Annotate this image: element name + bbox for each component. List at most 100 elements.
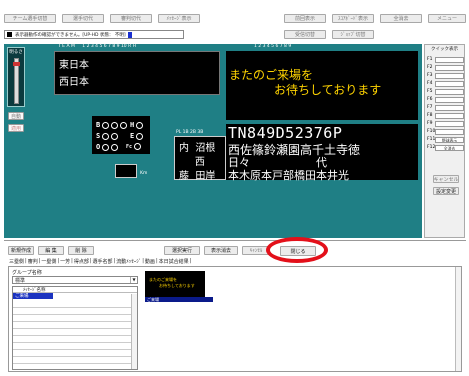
list-scrollbar[interactable] [131, 294, 137, 369]
f-key-row[interactable]: F6 [427, 96, 464, 103]
lineup-row-1: TN849D52376P [228, 124, 343, 142]
f-key-value[interactable] [435, 96, 464, 103]
f-key-value[interactable] [435, 120, 464, 127]
lamp-icon [111, 121, 119, 129]
new-button[interactable]: 新規作成 [8, 246, 34, 255]
f-key-row[interactable]: F1 [427, 56, 464, 63]
f-key-label: F1 [427, 57, 433, 62]
list-grid [13, 301, 131, 369]
list-item[interactable]: ご来場 [13, 293, 53, 299]
highlight-circle [266, 237, 328, 263]
job-switch-button[interactable]: ｼﾞｮｯﾌﾞ切替 [332, 30, 374, 39]
f-key-value[interactable] [435, 104, 464, 111]
auto-button[interactable]: 自動 [8, 112, 24, 120]
umpire-row-1: 内 沼根 [179, 139, 215, 154]
group-select[interactable]: 標準 ▼ [12, 276, 138, 284]
digits-header: 1 2 3 4 5 6 7 8 9 [254, 44, 292, 49]
tab-score[interactable]: 得点部 [73, 258, 90, 265]
menu-button[interactable]: メニュー [428, 14, 466, 23]
brightness-slider[interactable] [13, 58, 20, 104]
f-key-value[interactable] [435, 88, 464, 95]
quick-display-panel: クイック表示 F1 F2 F3 F4 F5 F6 F7 F8 F9 F10 F1… [424, 44, 465, 238]
f-key-row[interactable]: F10 [427, 128, 464, 135]
previous-display-button[interactable]: 前回表示 [284, 14, 326, 23]
f-key-label: F2 [427, 65, 433, 70]
f-key-label: F10 [427, 129, 436, 134]
lamp-icon [134, 143, 142, 150]
lamp-icon [120, 121, 128, 129]
tab-3b-side[interactable]: 三塁側 [8, 258, 25, 265]
quick-cancel-button[interactable]: キャンセル [433, 175, 459, 183]
receive-switch-button[interactable]: 受信切替 [284, 30, 326, 39]
player-sub-button[interactable]: 選手切代 [62, 14, 104, 23]
f-key-value[interactable] [435, 64, 464, 71]
umpire-row-3: 藤 田岸 [179, 167, 215, 182]
umpire-name: 藤 [179, 171, 189, 182]
ball-label: B [96, 121, 101, 129]
f-key-value[interactable]: 野球表示 [435, 136, 464, 143]
f-key-label: F8 [427, 113, 433, 118]
f-key-row[interactable]: F9 [427, 120, 464, 127]
umpire-sub-button[interactable]: 審判切代 [110, 14, 152, 23]
delete-button[interactable]: 削 除 [68, 246, 94, 255]
f-key-row[interactable]: F8 [427, 112, 464, 119]
run-selection-button[interactable]: 選択実行 [164, 246, 200, 255]
f-key-value[interactable] [435, 128, 464, 135]
f-key-row[interactable]: F11 野球表示 [427, 136, 464, 143]
quick-title: クイック表示 [431, 47, 458, 52]
tab-video[interactable]: 動画 [144, 258, 156, 265]
f-key-value[interactable] [435, 112, 464, 119]
apply-button[interactable]: 適用 [8, 124, 24, 132]
error-label: E [130, 132, 135, 140]
slider-thumb[interactable] [13, 62, 20, 66]
status-square-icon [7, 32, 12, 37]
out-row: O [96, 143, 119, 151]
message-display-button[interactable]: ﾒｯｾｰｼﾞ表示 [158, 14, 200, 23]
edit-button[interactable]: 編 集 [38, 246, 64, 255]
f-key-label: F7 [427, 105, 433, 110]
message-list[interactable]: ﾒｯｾｰｼﾞ名称 ご来場 [12, 286, 138, 370]
chevron-down-icon[interactable]: ▼ [130, 277, 137, 283]
f-key-label: F12 [427, 145, 436, 150]
f-key-row[interactable]: F12 全消去 [427, 144, 464, 151]
f-key-value[interactable]: 全消去 [435, 144, 464, 151]
f-key-value[interactable] [435, 72, 464, 79]
lamp-icon [136, 132, 144, 140]
status-bar: 表示器動作の確認ができません。[UP-HD 状態： 不明] [4, 30, 184, 39]
right-scrollbar[interactable] [455, 267, 461, 371]
message-editor: 新規作成 編 集 削 除 選択実行 表示消去 ｷｬﾝｾﾙ 閉じる 三塁側 | 審判… [4, 237, 466, 374]
brightness-label: 明るさ [9, 50, 23, 55]
f-key-row[interactable]: F3 [427, 72, 464, 79]
lineup-board: TN849D52376P 西佐篠鈴瀬園高千土寺徳 日々 代 本木原本戸部橋田本井… [226, 124, 418, 182]
f-key-row[interactable]: F4 [427, 80, 464, 87]
f-key-label: F6 [427, 97, 433, 102]
tab-ippou[interactable]: 一芳 [59, 258, 71, 265]
tab-scrolling-message[interactable]: 流動ﾒｯｾｰｼﾞ [115, 258, 142, 265]
f-key-row[interactable]: F2 [427, 64, 464, 71]
team-player-switch-button[interactable]: チーム選手切替 [4, 14, 56, 23]
tab-1b-side[interactable]: 一塁側 [40, 258, 57, 265]
tab-today-results[interactable]: 本日試合結果 [158, 258, 190, 265]
f-key-row[interactable]: F5 [427, 88, 464, 95]
f-key-row[interactable]: F7 [427, 104, 464, 111]
f-key-value[interactable] [435, 80, 464, 87]
hit-label: H [130, 121, 135, 129]
tab-player-names[interactable]: 選手名部 [92, 258, 114, 265]
list-header: ﾒｯｾｰｼﾞ名称 [13, 287, 137, 293]
hit-row: H [130, 121, 144, 129]
preview-box[interactable]: またのご来場を お待ちしております [145, 271, 205, 297]
clear-display-button[interactable]: 表示消去 [204, 246, 238, 255]
team-header: T E A M 1 2 3 4 5 6 7 8 9 10 R H [58, 44, 136, 49]
scoreboard-display-button[interactable]: ｽｺｱﾎﾞｰﾄﾞ表示 [332, 14, 374, 23]
f-key-value[interactable] [435, 56, 464, 63]
clear-all-button[interactable]: 全消去 [380, 14, 422, 23]
lamp-icon [111, 132, 119, 140]
speed-box [115, 164, 137, 178]
bso-board: B S O H E Fc [92, 116, 150, 154]
tab-umpire[interactable]: 審判 [27, 258, 39, 265]
quick-settings-button[interactable]: 設定変更 [433, 187, 459, 195]
f-key-label: F3 [427, 73, 433, 78]
team-board: 東日本 西日本 [54, 51, 220, 95]
umpire-row-2: 西 [179, 153, 205, 168]
preview-line-2: お待ちしております [159, 283, 195, 288]
